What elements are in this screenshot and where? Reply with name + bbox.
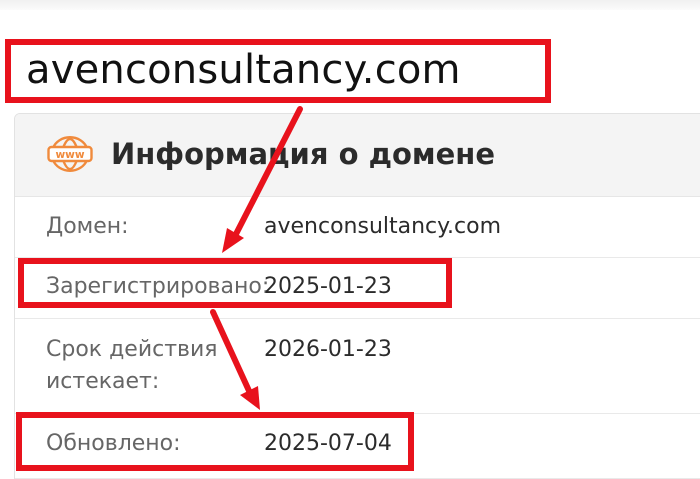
row-label-domain: Домен:: [46, 214, 129, 239]
row-value-domain: avenconsultancy.com: [264, 214, 502, 239]
row-expires: Срок действия истекает: 2026-01-23: [15, 319, 700, 414]
row-label-expires: Срок действия истекает:: [46, 337, 218, 394]
row-value-expires: 2026-01-23: [264, 337, 392, 362]
highlight-box-domain: [5, 39, 551, 103]
highlight-box-registered: [18, 258, 452, 308]
card-header: www Информация о домене: [15, 114, 700, 197]
www-globe-icon: www: [47, 136, 93, 172]
highlight-box-updated: [16, 412, 414, 471]
www-icon-text: www: [55, 149, 84, 161]
card-title: Информация о домене: [111, 137, 496, 171]
top-strip: [0, 0, 700, 10]
row-domain: Домен: avenconsultancy.com: [15, 197, 700, 258]
page: avenconsultancy.com www Информация о дом…: [0, 0, 700, 479]
